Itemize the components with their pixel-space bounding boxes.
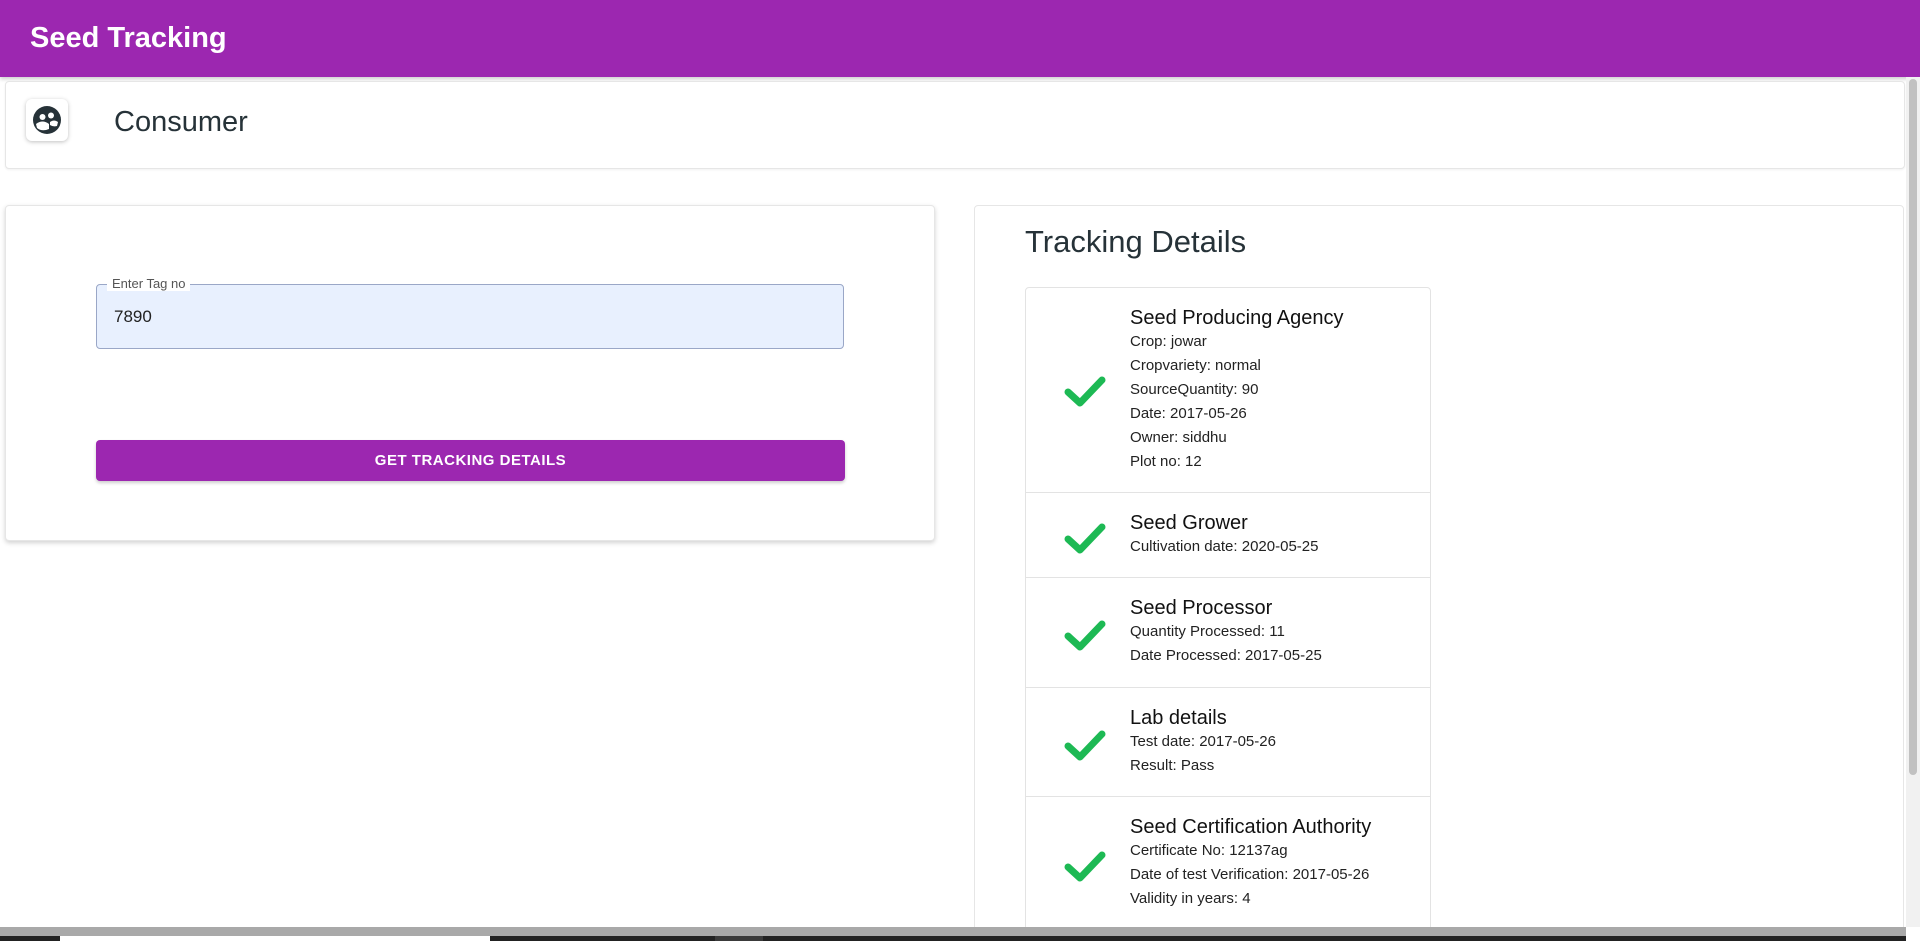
check-icon (1064, 376, 1106, 407)
step-title: Lab details (1130, 707, 1227, 729)
step-seed-producing-agency: Seed Producing Agency Crop: jowar Cropva… (1026, 288, 1430, 493)
vertical-scrollbar[interactable] (1906, 77, 1920, 927)
step-seed-processor: Seed Processor Quantity Processed: 11 Da… (1026, 578, 1430, 688)
step-detail: Quantity Processed: 11 (1130, 623, 1285, 640)
step-seed-grower: Seed Grower Cultivation date: 2020-05-25 (1026, 493, 1430, 578)
check-icon (1064, 851, 1106, 882)
step-lab-details: Lab details Test date: 2017-05-26 Result… (1026, 688, 1430, 797)
tag-input[interactable] (97, 285, 843, 348)
tag-field[interactable]: Enter Tag no (96, 276, 844, 349)
step-title: Seed Certification Authority (1130, 816, 1372, 838)
step-detail: Plot no: 12 (1130, 453, 1202, 470)
horizontal-scrollbar-segment (715, 936, 763, 941)
step-detail: SourceQuantity: 90 (1130, 381, 1259, 398)
tracking-steps-list: Seed Producing Agency Crop: jowar Cropva… (1025, 287, 1431, 927)
step-detail: Date Processed: 2017-05-25 (1130, 647, 1322, 664)
horizontal-scrollbar-thumb[interactable] (60, 936, 490, 941)
check-icon (1064, 620, 1106, 651)
app-bar: Seed Tracking (0, 0, 1920, 77)
get-tracking-details-button[interactable]: GET TRACKING DETAILS (96, 440, 845, 481)
step-detail: Validity in years: 4 (1130, 890, 1251, 907)
step-detail: Cropvariety: normal (1130, 357, 1261, 374)
step-title: Seed Producing Agency (1130, 307, 1344, 329)
step-detail: Date: 2017-05-26 (1130, 405, 1247, 422)
step-detail: Owner: siddhu (1130, 429, 1227, 446)
step-detail: Certificate No: 12137ag (1130, 842, 1288, 859)
tag-field-label: Enter Tag no (107, 276, 191, 291)
tracking-details-card: Tracking Details Seed Producing Agency C… (974, 205, 1904, 927)
consumer-title: Consumer (114, 106, 248, 138)
step-title: Seed Processor (1130, 597, 1273, 619)
tracking-details-title: Tracking Details (1025, 224, 1247, 259)
tag-form-card: Enter Tag no GET TRACKING DETAILS (5, 205, 935, 541)
horizontal-scrollbar[interactable] (0, 927, 1906, 941)
main-content: Consumer Enter Tag no GET TRACKING DETAI… (0, 77, 1920, 927)
horizontal-scrollbar-track[interactable] (0, 927, 1906, 936)
step-title: Seed Grower (1130, 512, 1248, 534)
step-detail: Date of test Verification: 2017-05-26 (1130, 866, 1370, 883)
check-icon (1064, 730, 1106, 761)
step-seed-certification-authority: Seed Certification Authority Certificate… (1026, 797, 1430, 927)
check-icon (1064, 523, 1106, 554)
app-title: Seed Tracking (30, 22, 227, 54)
people-circle-icon (26, 99, 68, 141)
vertical-scrollbar-thumb[interactable] (1909, 79, 1917, 775)
consumer-header-card: Consumer (5, 81, 1905, 169)
step-detail: Cultivation date: 2020-05-25 (1130, 538, 1319, 555)
step-detail: Test date: 2017-05-26 (1130, 733, 1276, 750)
step-detail: Result: Pass (1130, 757, 1215, 774)
step-detail: Crop: jowar (1130, 333, 1207, 350)
